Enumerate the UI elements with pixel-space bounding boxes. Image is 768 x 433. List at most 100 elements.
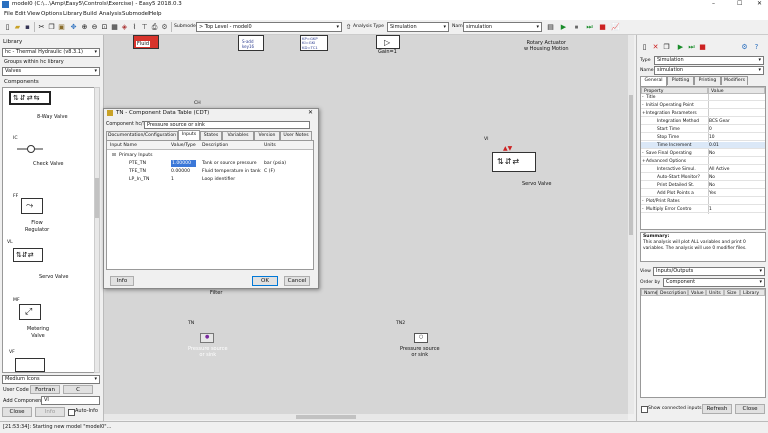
close-window-button[interactable]: ✕ [757,0,762,7]
zoom-out-icon[interactable]: ⊖ [90,23,99,32]
block-pressure-source-tn[interactable]: ● [200,333,214,343]
property-row[interactable]: - Save Final Operating No [641,150,765,157]
property-row[interactable]: Time Increment 0.01 [641,142,765,149]
component-partial[interactable]: VF [3,346,95,372]
property-value[interactable]: 0 [709,126,763,133]
show-connected-checkbox[interactable] [641,406,648,413]
library-scrollbar[interactable] [94,87,100,373]
property-value[interactable]: 10 [709,134,763,141]
table-row[interactable]: TFE_TN 0.00000 Fluid temperature in tank… [107,168,313,176]
expand-toggle-icon[interactable]: - [642,94,644,101]
menu-view[interactable]: View [27,11,40,17]
menu-file[interactable]: File [4,11,13,17]
submodel-up-icon[interactable]: ⇧ [344,23,353,32]
tab-inputs[interactable]: Inputs [178,130,200,140]
tab-modifiers[interactable]: Modifiers [721,76,748,85]
open-folder-icon[interactable]: ▰ [13,23,22,32]
property-value[interactable]: No [709,182,763,189]
dialog-ok-button[interactable]: OK [252,276,278,286]
property-row[interactable]: Stop Time 10 [641,134,765,141]
maximize-button[interactable]: ☐ [737,0,742,7]
minimize-button[interactable]: – [712,0,715,7]
copy-analysis-icon[interactable]: ❐ [662,43,671,52]
run-icon[interactable]: ▶ [559,23,568,32]
menu-library[interactable]: Library [63,11,82,17]
property-value[interactable]: No [709,174,763,181]
expand-icon[interactable]: ⊟ [112,152,116,159]
zoom-fit-icon[interactable]: ⊡ [100,23,109,32]
paste-icon[interactable]: ▣ [57,23,66,32]
view-dropdown[interactable]: Inputs/Outputs ▾ [653,267,765,276]
property-value[interactable]: All Active [709,166,763,173]
property-row[interactable]: - Plot/Print Rates [641,198,765,205]
block-servo-valve[interactable]: ⇅⇵⇄ ▲▼ [492,145,536,172]
table-row[interactable]: LP_In_TN 1 Loop identifier [107,176,313,184]
property-row[interactable]: Print Detailed St. No [641,182,765,189]
property-value[interactable]: BCS Gear [709,118,763,125]
save-icon[interactable]: ▪ [23,23,32,32]
property-row[interactable]: + Advanced Options [641,158,765,165]
menu-build[interactable]: Build [83,11,97,17]
expand-toggle-icon[interactable]: - [642,198,644,205]
delete-analysis-icon[interactable]: ✕ [651,43,660,52]
component-8-way-valve[interactable]: ⇅⇵⇄⇆ 8-Way Valve [3,88,95,122]
tab-variables[interactable]: Variables [222,131,254,140]
property-row[interactable]: Add Plot Points a Yes [641,190,765,197]
expand-toggle-icon[interactable]: - [642,150,644,157]
block-pid-control[interactable]: CONTROL KP=GKP KI=GKI KD=TC1 [300,35,328,51]
property-value[interactable]: No [709,150,763,157]
component-check-valve[interactable]: IC Check Valve [3,136,95,170]
menu-edit[interactable]: Edit [15,11,26,17]
tab-states[interactable]: States [200,131,222,140]
new-file-icon[interactable]: ▯ [3,23,12,32]
block-pressure-source-tn2[interactable]: ○ [414,333,428,343]
c-button[interactable]: C [63,385,93,394]
property-row[interactable]: - Multiply Error Contro 1 [641,206,765,213]
copy-icon[interactable]: ❐ [47,23,56,32]
dialog-info-button[interactable]: Info [110,276,134,286]
run-analysis-icon[interactable]: ▶ [676,43,685,52]
canvas-h-scrollbar[interactable] [104,414,628,420]
tab-version[interactable]: Version [254,131,280,140]
property-row[interactable]: + Integration Parameters [641,110,765,117]
tab-documentation[interactable]: Documentation/Configuration [106,131,178,140]
input-value[interactable]: 1.00000 [171,160,196,167]
property-row[interactable]: - Initial Operating Point [641,102,765,109]
block-gain[interactable]: ▷ [376,35,400,49]
zoom-in-icon[interactable]: ⊕ [80,23,89,32]
plot-icon[interactable]: 📈 [611,23,620,32]
build-icon[interactable]: ⚙ [160,23,169,32]
analysis-name-dropdown[interactable]: simulation ▾ [463,22,542,32]
icon-size-dropdown[interactable]: Medium Icons ▾ [2,375,100,384]
tab-plotting[interactable]: Plotting [667,76,694,85]
connect-icon[interactable]: ⌇ [130,23,139,32]
property-row[interactable]: Auto-Start Monitor? No [641,174,765,181]
component-flow-regulator[interactable]: FF ⤳ Flow Regulator [3,194,95,238]
fortran-button[interactable]: Fortran [30,385,60,394]
groups-dropdown[interactable]: Valves ▾ [2,67,100,76]
property-row[interactable]: - Title [641,94,765,101]
type-dropdown[interactable]: Simulation ▾ [654,56,764,65]
print-icon[interactable]: ⎙ [150,23,159,32]
new-analysis-icon[interactable]: ▯ [640,43,649,52]
expand-toggle-icon[interactable]: - [642,206,644,213]
input-value[interactable]: 1 [171,176,174,183]
analysis-help-icon[interactable]: ? [752,43,761,52]
order-by-dropdown[interactable]: Component ▾ [663,278,765,287]
table-row[interactable]: PTE_TN 1.00000 Tank or source pressure b… [107,160,313,168]
model-explorer-icon[interactable]: ✥ [69,23,78,32]
block-fluid[interactable]: Fluid [133,35,159,49]
property-row[interactable]: Start Time 0 [641,126,765,133]
dialog-cancel-button[interactable]: Cancel [284,276,310,286]
block-s-add[interactable]: S-add key16 [238,35,264,51]
grid-icon[interactable]: ▦ [110,23,119,32]
property-row[interactable]: Interactive Simul. All Active [641,166,765,173]
add-component-input[interactable]: VI [41,396,100,405]
tab-user-notes[interactable]: User Notes [280,131,312,140]
canvas-v-scrollbar[interactable] [628,35,634,414]
input-value[interactable]: 0.00000 [171,168,190,175]
stop-analysis-icon[interactable]: ■ [698,43,707,52]
pause-icon[interactable]: ⏸ [572,23,581,32]
analysis-type-dropdown[interactable]: Simulation ▾ [387,22,449,32]
dialog-close-button[interactable]: ✕ [308,109,313,116]
